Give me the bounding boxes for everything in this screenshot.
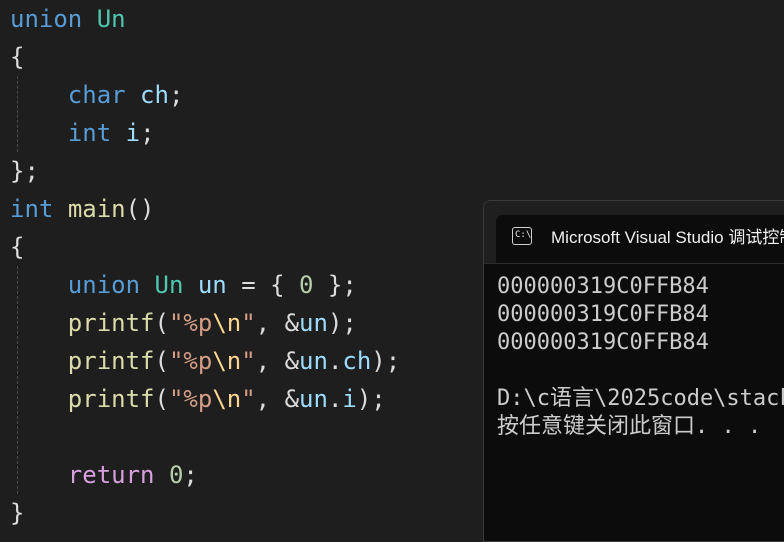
code-token: ()	[125, 195, 155, 223]
code-token: printf	[67, 347, 155, 375]
code-token: {	[10, 233, 25, 261]
code-token: (	[154, 347, 169, 375]
code-token: ;	[168, 81, 184, 109]
code-line: return 0;	[10, 456, 198, 494]
code-token: "	[241, 347, 256, 375]
code-token: \n	[212, 385, 242, 413]
code-line: };	[10, 152, 39, 190]
code-line: int i;	[10, 114, 155, 152]
code-token: "%p	[168, 347, 213, 375]
code-line: printf("%p\n", &un.i);	[10, 380, 386, 418]
code-token: un	[299, 385, 328, 413]
console-title: Microsoft Visual Studio 调试控制台	[551, 228, 784, 247]
code-token: char	[67, 81, 126, 109]
output-line: D:\c语言\2025code\stack	[497, 386, 784, 411]
code-token: "%p	[168, 385, 213, 413]
code-line: }	[10, 494, 24, 532]
code-token: = {	[226, 271, 300, 299]
code-token: , &	[255, 347, 300, 375]
code-token: , &	[255, 309, 300, 337]
code-token: };	[313, 271, 357, 299]
console-titlebar: C:\ Microsoft Visual Studio 调试控制台	[484, 201, 784, 264]
code-line: union Un un = { 0 };	[10, 266, 357, 304]
code-token: );	[356, 385, 386, 413]
code-token: ch	[342, 347, 372, 375]
code-token: i	[125, 119, 141, 147]
code-token: "	[241, 309, 256, 337]
code-line: printf("%p\n", &un.ch);	[10, 342, 400, 380]
code-line: printf("%p\n", &un);	[10, 304, 357, 342]
code-token: 0	[168, 461, 184, 489]
code-token: (	[154, 385, 169, 413]
code-line: char ch;	[10, 76, 184, 114]
terminal-icon: C:\	[512, 227, 532, 245]
code-token: .	[327, 347, 343, 375]
code-token: \n	[212, 309, 242, 337]
code-token: ;	[183, 461, 198, 489]
code-token: {	[10, 43, 25, 71]
code-token: int	[67, 119, 112, 147]
code-token: printf	[67, 309, 155, 337]
code-token: ch	[140, 81, 169, 109]
code-token: union	[10, 5, 83, 33]
code-token: );	[371, 347, 401, 375]
code-token: un	[197, 271, 227, 299]
output-line: 000000319C0FFB84	[497, 302, 709, 327]
code-line: int main()	[10, 190, 155, 228]
code-token: return	[67, 461, 155, 489]
code-token: Un	[96, 5, 126, 33]
code-line: union Un	[10, 0, 126, 38]
console-tab[interactable]: C:\ Microsoft Visual Studio 调试控制台	[496, 215, 784, 263]
code-token: int	[10, 195, 54, 223]
code-token: "	[241, 385, 256, 413]
code-token: printf	[67, 385, 155, 413]
code-line: {	[10, 38, 24, 76]
output-line: 000000319C0FFB84	[497, 330, 709, 355]
code-token: union	[67, 271, 141, 299]
code-token: };	[10, 157, 39, 185]
output-line: 000000319C0FFB84	[497, 274, 709, 299]
code-token: );	[327, 309, 357, 337]
code-token: .	[327, 385, 343, 413]
code-token: ;	[140, 119, 155, 147]
code-token: "%p	[168, 309, 213, 337]
code-token: \n	[212, 347, 242, 375]
code-token: main	[67, 195, 126, 223]
code-token: (	[154, 309, 169, 337]
code-token: }	[10, 499, 25, 527]
code-token: i	[342, 385, 357, 413]
code-token: 0	[299, 271, 314, 299]
output-line: 按任意键关闭此窗口. . .	[497, 414, 762, 439]
debug-console-window[interactable]: C:\ Microsoft Visual Studio 调试控制台 000000…	[483, 200, 784, 542]
code-line: {	[10, 228, 24, 266]
code-token: , &	[255, 385, 300, 413]
code-token: un	[299, 347, 328, 375]
code-token: Un	[154, 271, 184, 299]
code-token: un	[299, 309, 328, 337]
